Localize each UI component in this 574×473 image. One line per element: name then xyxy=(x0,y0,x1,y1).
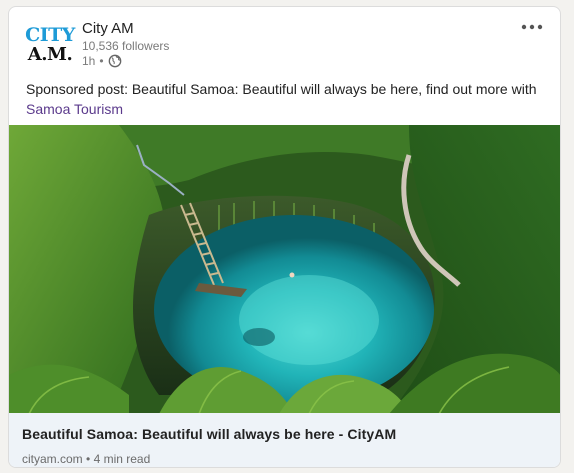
feed-post-card: CITY A.M. City AM 10,536 followers 1h • … xyxy=(8,6,561,468)
link-preview[interactable]: Beautiful Samoa: Beautiful will always b… xyxy=(9,413,560,467)
preview-meta: cityam.com • 4 min read xyxy=(22,452,150,466)
post-text-body: Sponsored post: Beautiful Samoa: Beautif… xyxy=(26,81,537,97)
preview-source: cityam.com xyxy=(22,452,83,466)
preview-separator: • xyxy=(82,452,94,466)
more-options-button[interactable] xyxy=(518,18,546,36)
company-logo[interactable]: CITY A.M. xyxy=(25,21,75,69)
preview-title[interactable]: Beautiful Samoa: Beautiful will always b… xyxy=(22,426,396,442)
preview-read-time: 4 min read xyxy=(93,452,151,466)
samoa-tourism-link[interactable]: Samoa Tourism xyxy=(26,101,123,117)
company-name[interactable]: City AM xyxy=(82,20,134,37)
post-image[interactable] xyxy=(9,125,561,414)
globe-icon xyxy=(108,54,121,68)
post-time: 1h xyxy=(82,54,96,68)
ellipsis-icon xyxy=(521,24,543,30)
post-timestamp: 1h • xyxy=(82,54,122,68)
post-header: CITY A.M. City AM 10,536 followers 1h • xyxy=(9,7,560,73)
follower-count: 10,536 followers xyxy=(82,39,170,53)
post-commentary: Sponsored post: Beautiful Samoa: Beautif… xyxy=(26,79,551,119)
separator-dot: • xyxy=(99,54,104,68)
